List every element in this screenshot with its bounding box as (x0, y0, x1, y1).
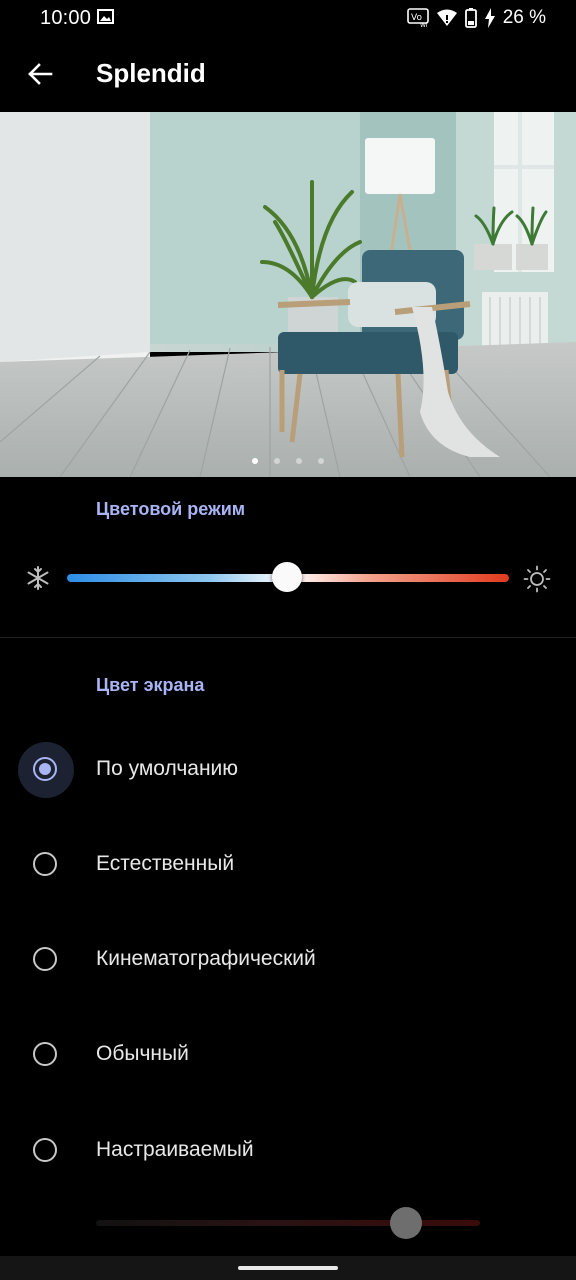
option-natural[interactable]: Естественный (0, 830, 576, 900)
option-cinematic[interactable]: Кинематографический (0, 925, 576, 995)
sun-icon (523, 565, 551, 598)
option-label: Кинематографический (96, 947, 316, 970)
screen-color-label: Цвет экрана (96, 675, 205, 695)
color-mode-label: Цветовой режим (96, 499, 246, 519)
page-dot[interactable] (274, 458, 280, 464)
status-time: 10:00 (40, 7, 92, 29)
svg-text:Wi: Wi (420, 22, 428, 28)
option-custom[interactable]: Настраиваемый (0, 1116, 576, 1186)
radio-button[interactable] (33, 852, 57, 876)
option-label: Обычный (96, 1042, 189, 1065)
custom-color-slider-track (96, 1220, 480, 1226)
status-icons: Vo Wi 26 % (406, 7, 546, 29)
back-button[interactable] (20, 54, 60, 94)
custom-color-slider-thumb (390, 1207, 422, 1239)
radio-button[interactable] (33, 947, 57, 971)
battery-icon (464, 8, 477, 28)
option-label: По умолчанию (96, 757, 239, 780)
slider-thumb[interactable] (272, 562, 302, 592)
page-indicator (0, 458, 576, 468)
color-temperature-slider[interactable] (0, 555, 576, 601)
navigation-bar (0, 1256, 576, 1280)
image-icon (97, 9, 114, 29)
app-bar: Splendid (0, 36, 576, 112)
radio-button-selected[interactable] (33, 757, 57, 781)
preview-image[interactable] (0, 112, 576, 477)
option-normal[interactable]: Обычный (0, 1020, 576, 1090)
divider (0, 637, 576, 638)
charging-icon (484, 8, 495, 28)
arrow-left-icon (28, 63, 53, 85)
radio-button[interactable] (33, 1138, 57, 1162)
battery-percent: 26 % (502, 7, 546, 28)
vowifi-icon: Vo Wi (406, 8, 429, 28)
page-dot[interactable] (318, 458, 324, 464)
page-title: Splendid (96, 58, 206, 88)
radio-button[interactable] (33, 1042, 57, 1066)
page-dot[interactable] (252, 458, 258, 464)
option-label: Естественный (96, 852, 235, 875)
status-bar: 10:00 Vo Wi 26 % (0, 0, 576, 36)
option-default[interactable]: По умолчанию (0, 735, 576, 805)
page-dot[interactable] (296, 458, 302, 464)
home-gesture-handle[interactable] (238, 1266, 338, 1270)
snowflake-icon (25, 565, 51, 596)
wifi-icon (436, 9, 457, 27)
option-label: Настраиваемый (96, 1138, 254, 1161)
